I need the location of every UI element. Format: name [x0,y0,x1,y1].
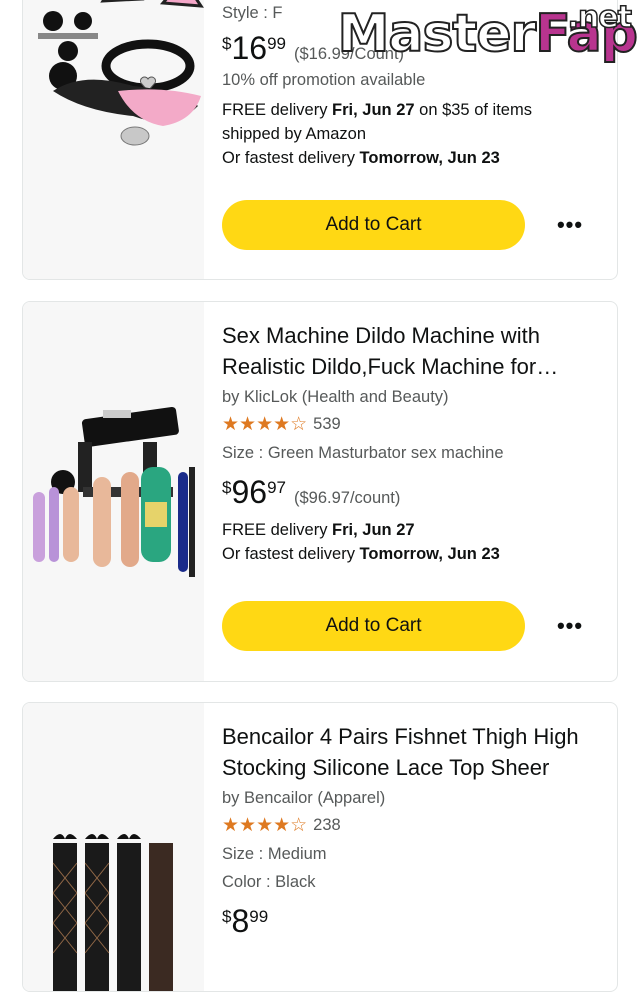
price-fraction: 99 [249,907,269,926]
star-rating-icon: ★★★★☆ [222,814,308,836]
add-to-cart-button[interactable]: Add to Cart [222,200,525,250]
price-per-unit: ($96.97/count) [293,489,401,507]
product-size: Size : Medium [222,845,327,863]
add-to-cart-button[interactable]: Add to Cart [222,601,525,651]
delivery-info: FREE delivery Fri, Jun 27 [222,519,603,541]
fastest-label: Or fastest delivery [222,545,360,563]
promotion-text: 10% off promotion available [222,71,426,89]
delivery-shipper: shipped by Amazon [222,125,367,143]
fastest-label: Or fastest delivery [222,149,360,167]
star-rating-icon: ★★★★☆ [222,413,308,435]
rating-count: 238 [313,815,341,834]
product-rating[interactable]: ★★★★☆ 238 [222,814,603,836]
watermark-text-1: Master [337,3,538,65]
product-byline: by KlicLok (Health and Beauty) [222,388,449,406]
product-card[interactable]: Sex Machine Dildo Machine with Realistic… [22,301,618,682]
more-options-icon[interactable]: ••• [555,210,585,240]
price-currency: $ [222,34,232,53]
fastest-delivery: Or fastest delivery Tomorrow, Jun 23 [222,543,603,565]
product-rating[interactable]: ★★★★☆ 539 [222,413,603,435]
product-image[interactable] [23,703,204,991]
delivery-label: FREE delivery [222,521,333,539]
delivery-date: Fri, Jun 27 [332,521,415,539]
price-fraction: 99 [267,34,286,53]
product-card[interactable]: Bencailor 4 Pairs Fishnet Thigh High Sto… [22,702,618,992]
delivery-label: FREE delivery [222,101,333,119]
delivery-date: Fri, Jun 27 [332,101,415,119]
product-size: Size : Green Masturbator sex machine [222,444,504,462]
price-currency: $ [222,907,232,926]
product-byline: by Bencailor (Apparel) [222,789,386,807]
fastest-date: Tomorrow, Jun 23 [359,545,500,563]
watermark-tld: .net [567,0,633,36]
fastest-date: Tomorrow, Jun 23 [359,149,500,167]
delivery-condition: on $35 of items [414,101,532,119]
delivery-info: FREE delivery Fri, Jun 27 on $35 of item… [222,99,603,121]
product-price: $ 8 99 [222,904,603,938]
rating-count: 539 [313,414,341,433]
product-color: Color : Black [222,873,316,891]
price-whole: 96 [231,474,268,510]
price-whole: 8 [231,903,250,939]
price-fraction: 97 [267,478,286,497]
site-watermark: MasterFap .net [337,0,639,65]
price-currency: $ [222,478,232,497]
product-image[interactable] [23,302,204,681]
product-price: $ 96 97 ($96.97/count) [222,475,603,509]
price-whole: 16 [231,30,268,66]
product-image[interactable] [23,0,204,279]
product-title[interactable]: Bencailor 4 Pairs Fishnet Thigh High Sto… [222,721,603,783]
fastest-delivery: Or fastest delivery Tomorrow, Jun 23 [222,147,603,169]
more-options-icon[interactable]: ••• [555,611,585,641]
product-title[interactable]: Sex Machine Dildo Machine with Realistic… [222,320,603,382]
